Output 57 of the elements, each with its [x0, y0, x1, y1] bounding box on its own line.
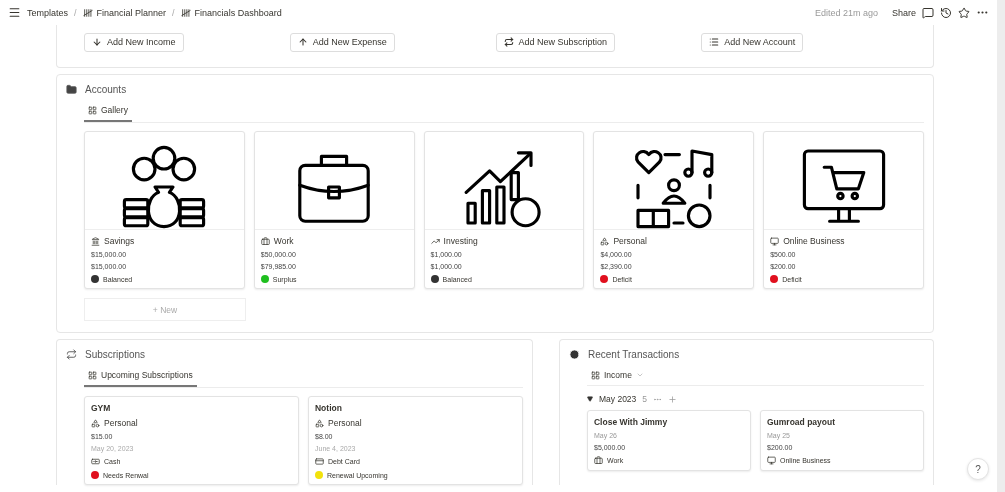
repeat-icon [503, 37, 514, 47]
section-title: Accounts [85, 84, 127, 95]
menu-icon[interactable] [8, 6, 21, 19]
briefcase-icon [594, 456, 603, 465]
group-label: May 2023 [599, 394, 637, 404]
breadcrumb-link[interactable]: Templates [27, 7, 69, 18]
grid-icon [591, 370, 600, 380]
breadcrumb-link[interactable]: Financials Dashboard [180, 7, 282, 18]
grid-icon [88, 105, 97, 115]
card-icon [315, 457, 324, 466]
grid-icon [88, 370, 97, 380]
category-text: Personal [104, 418, 138, 428]
edited-time: Edited 21m ago [814, 7, 878, 18]
share-button[interactable]: Share [891, 7, 916, 18]
star-icon[interactable] [958, 6, 970, 19]
repeat-icon [66, 349, 77, 360]
toggle-icon[interactable] [587, 396, 593, 402]
monitor-icon [770, 236, 780, 246]
shapes-icon [600, 236, 610, 246]
subscription-name: Notion [315, 403, 343, 413]
shapes-icon [315, 418, 324, 428]
comment-icon[interactable] [922, 6, 934, 19]
view-tab[interactable]: Gallery [84, 103, 132, 122]
view-dropdown[interactable]: Income [587, 368, 648, 385]
breadcrumb-separator: / [74, 7, 77, 18]
transaction-name: Gumroad payout [767, 417, 836, 427]
help-button[interactable]: ? [967, 458, 989, 480]
transaction-name: Close With Jimmy [594, 417, 669, 427]
breadcrumb-link[interactable]: Financial Planner [82, 7, 167, 18]
account-name: Investing [443, 236, 478, 246]
section-title: Recent Transactions [588, 349, 680, 360]
chart-icon [430, 236, 440, 246]
arrow-down-icon [92, 37, 102, 47]
view-tab[interactable]: Upcoming Subscriptions [84, 368, 197, 387]
action-button[interactable]: Add New Subscription [495, 32, 616, 52]
account-name: Online Business [783, 236, 845, 246]
action-button[interactable]: Add New Expense [289, 32, 395, 52]
shapes-icon [91, 418, 100, 428]
breadcrumb-separator: / [172, 7, 175, 18]
account-name: Savings [104, 236, 135, 246]
bank-icon [91, 236, 100, 246]
category-text: Personal [328, 418, 362, 428]
history-icon[interactable] [940, 6, 952, 19]
folder-icon [66, 84, 77, 95]
action-button[interactable]: Add New Account [701, 32, 804, 52]
account-name: Work [273, 236, 294, 246]
monitor-icon [767, 456, 776, 465]
arrow-up-icon [297, 37, 308, 47]
list-icon [709, 37, 720, 47]
group-count: 5 [642, 394, 648, 404]
banknote-icon [91, 457, 100, 466]
action-button[interactable]: Add New Income [84, 32, 184, 52]
section-title: Subscriptions [85, 349, 146, 360]
briefcase-icon [260, 236, 270, 246]
subscription-name: GYM [91, 403, 112, 413]
account-name: Personal [613, 236, 647, 246]
chevron-down-icon [635, 371, 644, 379]
